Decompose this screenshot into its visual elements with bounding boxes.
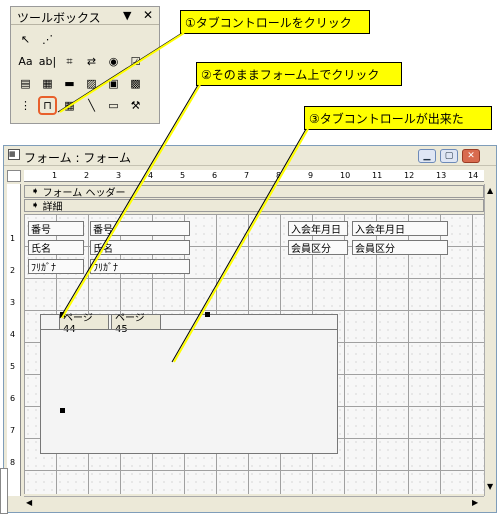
leader-line-step3 <box>171 128 307 363</box>
leader-line-step2 <box>59 84 199 319</box>
leader-line-step1-highlight <box>59 32 185 113</box>
callout-leader-lines <box>57 32 309 363</box>
leader-line-step2-highlight <box>61 84 201 319</box>
leader-line-step3-highlight <box>173 128 309 363</box>
leader-line-step1 <box>57 32 183 113</box>
